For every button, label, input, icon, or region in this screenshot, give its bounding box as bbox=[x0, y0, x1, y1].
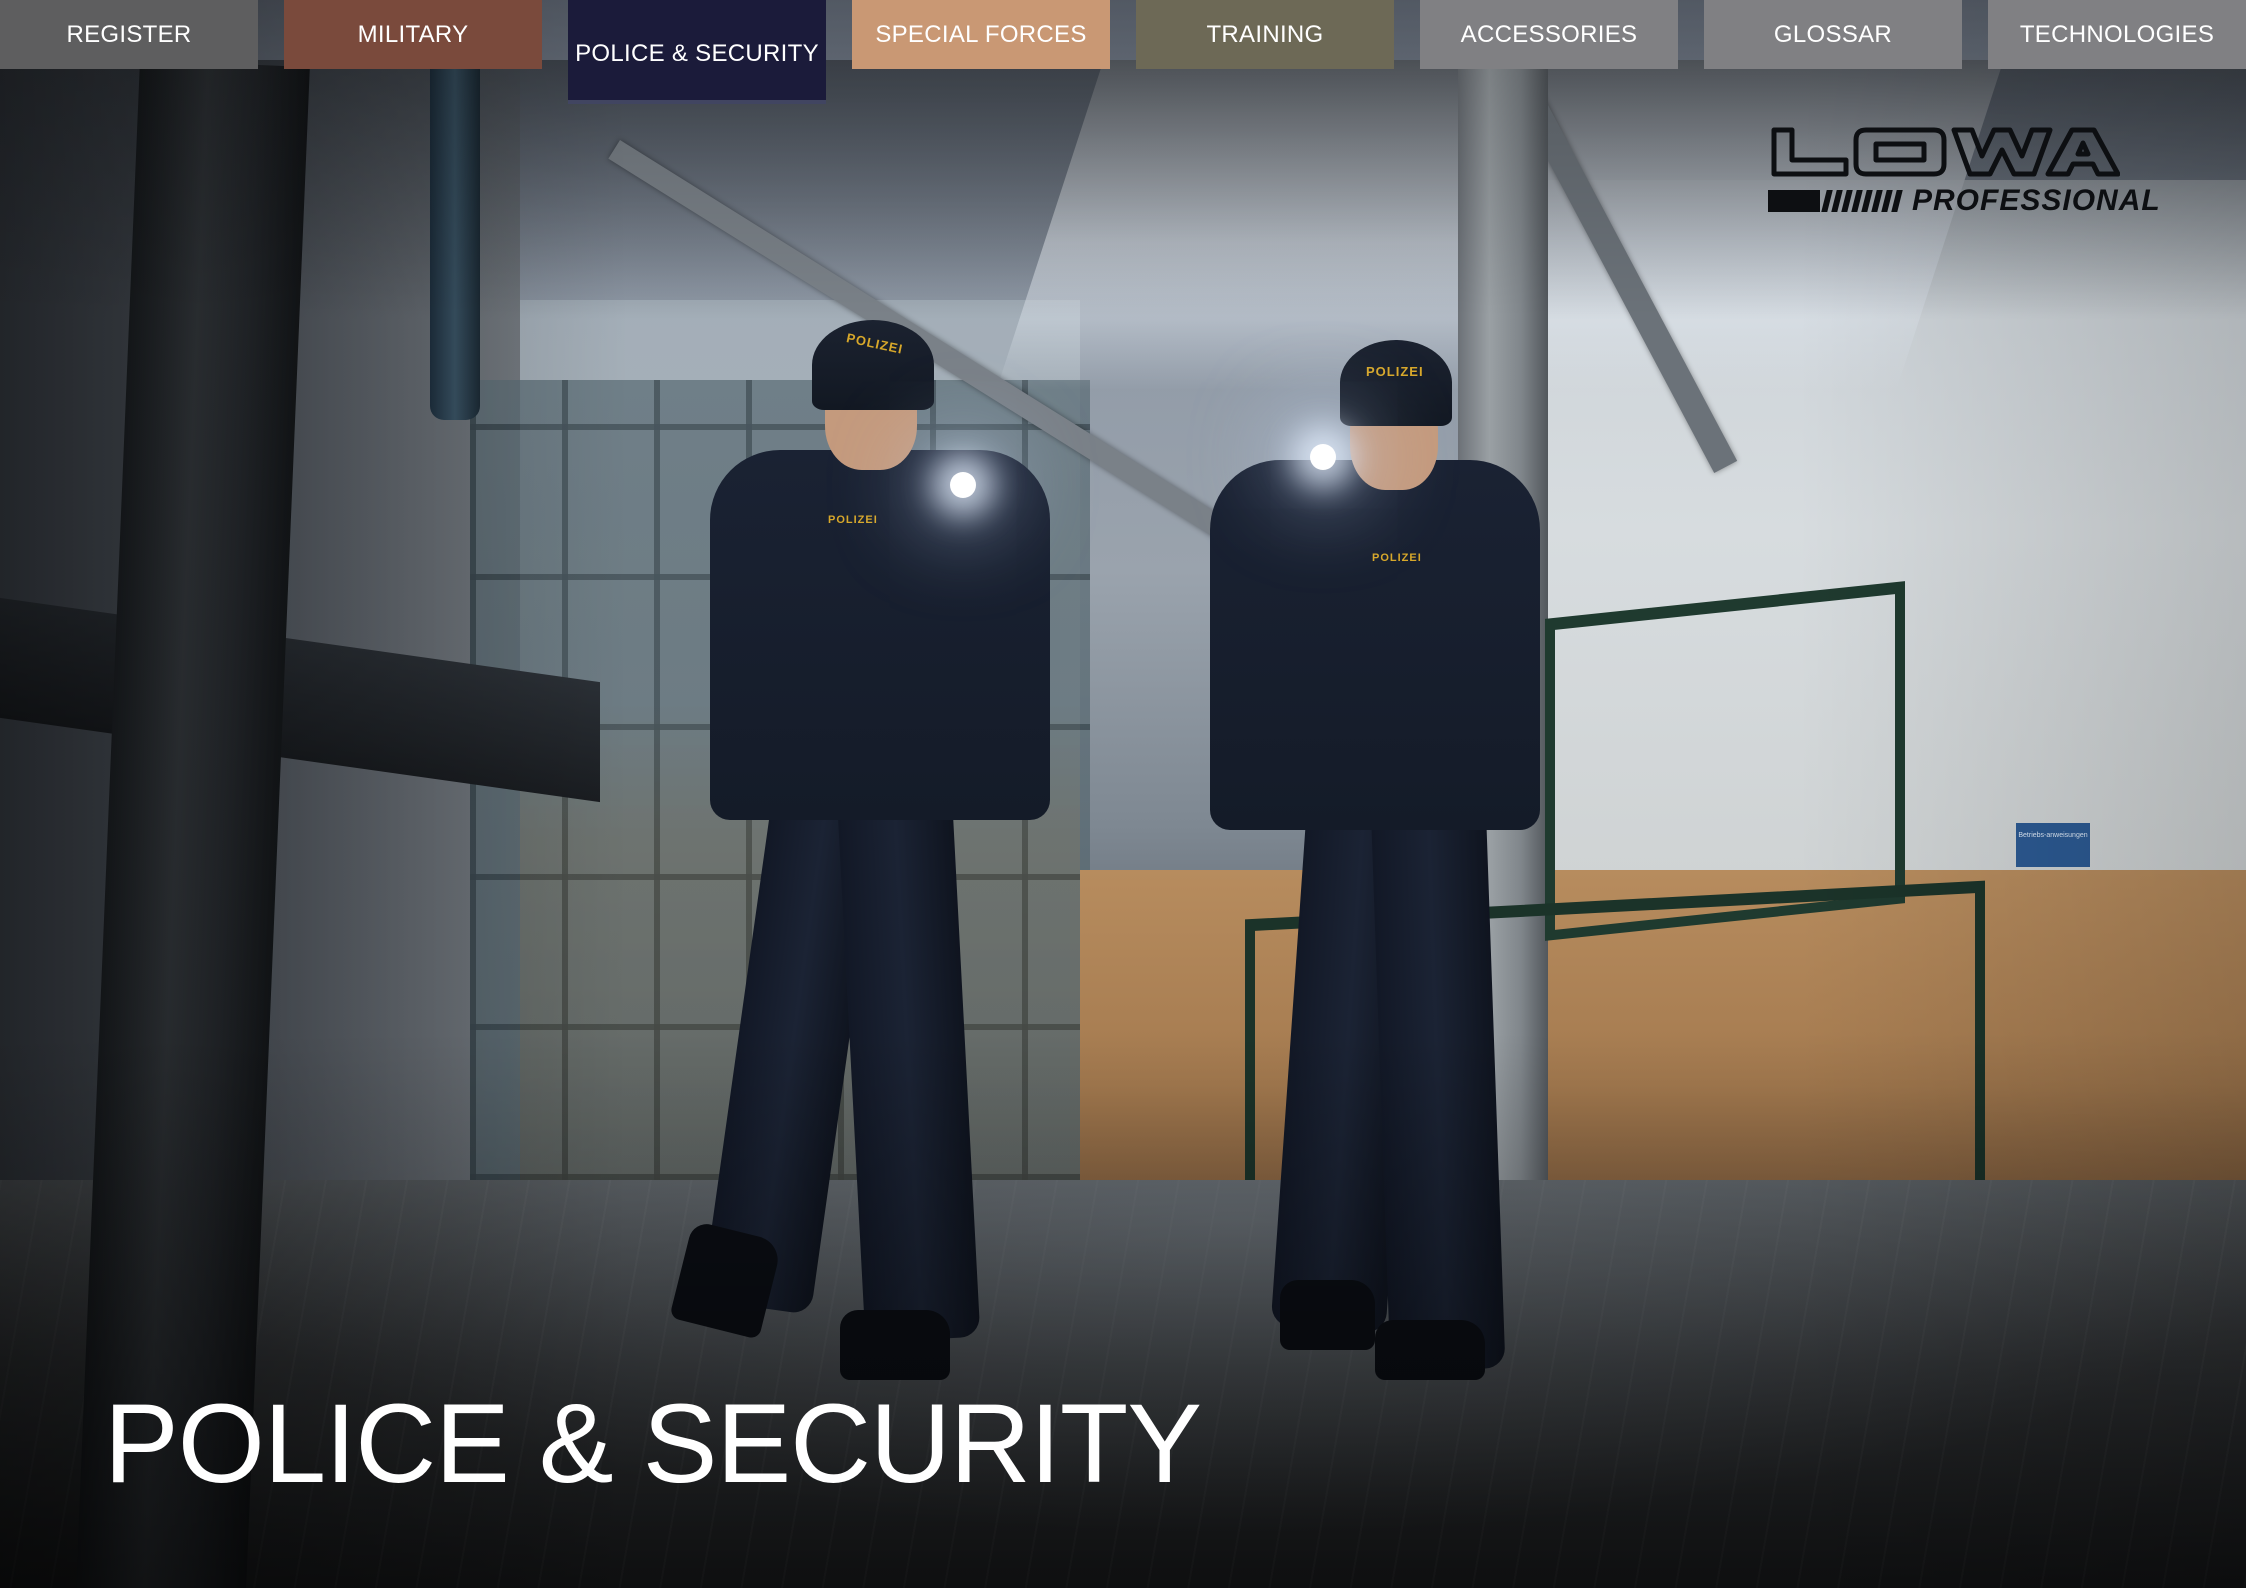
beanie-badge: POLIZEI bbox=[1366, 364, 1424, 379]
boot bbox=[840, 1310, 950, 1380]
tab-label: GLOSSAR bbox=[1773, 20, 1893, 48]
officer-left: POLIZEI POLIZEI bbox=[669, 320, 1100, 1390]
leg bbox=[1369, 768, 1506, 1372]
tab-technologies[interactable]: TECHNOLOGIES bbox=[1988, 0, 2246, 69]
tab-accessories[interactable]: ACCESSORIES bbox=[1420, 0, 1678, 69]
hero-image: Betriebs-anweisungen POLIZEI POLIZEI POL… bbox=[0, 0, 2246, 1588]
tab-label: REGISTER bbox=[66, 20, 192, 48]
beanie bbox=[812, 320, 934, 410]
chapter-nav: REGISTER MILITARY POLICE & SECURITY SPEC… bbox=[0, 0, 2246, 110]
logo-subline: PROFESSIONAL bbox=[1768, 184, 2161, 217]
flashlight-glow bbox=[1310, 444, 1336, 470]
tab-label: TECHNOLOGIES bbox=[2019, 20, 2215, 48]
tab-label: TRAINING bbox=[1206, 20, 1324, 48]
logo-professional-text: PROFESSIONAL bbox=[1912, 184, 2161, 217]
catalog-page: Betriebs-anweisungen POLIZEI POLIZEI POL… bbox=[0, 0, 2246, 1588]
beanie bbox=[1340, 340, 1452, 426]
vest-badge: POLIZEI bbox=[828, 514, 878, 526]
pipe bbox=[430, 60, 480, 420]
tab-special-forces[interactable]: SPECIAL FORCES bbox=[852, 0, 1110, 69]
tab-training[interactable]: TRAINING bbox=[1136, 0, 1394, 69]
tab-label: POLICE & SECURITY bbox=[575, 40, 819, 67]
tab-label: MILITARY bbox=[357, 20, 469, 48]
tab-label: SPECIAL FORCES bbox=[875, 20, 1087, 48]
tab-label: ACCESSORIES bbox=[1460, 20, 1638, 48]
boot bbox=[1280, 1280, 1375, 1350]
torso bbox=[1210, 460, 1540, 830]
boot bbox=[1375, 1320, 1485, 1380]
lowa-wordmark-logo bbox=[1771, 127, 2120, 177]
officer-right: POLIZEI POLIZEI bbox=[1200, 340, 1580, 1380]
tab-police-security[interactable]: POLICE & SECURITY bbox=[568, 0, 826, 104]
leg bbox=[834, 747, 981, 1343]
logo-stripes-icon bbox=[1768, 190, 1903, 212]
tab-glossar[interactable]: GLOSSAR bbox=[1704, 0, 1962, 69]
vest-badge: POLIZEI bbox=[1372, 552, 1422, 564]
flashlight-glow bbox=[950, 472, 976, 498]
wall-sign: Betriebs-anweisungen bbox=[2016, 823, 2090, 867]
page-title: POLICE & SECURITY bbox=[104, 1381, 1202, 1506]
brand-logo[interactable]: PROFESSIONAL bbox=[1768, 124, 2160, 220]
torso bbox=[710, 450, 1050, 820]
tab-military[interactable]: MILITARY bbox=[284, 0, 542, 69]
tab-register[interactable]: REGISTER bbox=[0, 0, 258, 69]
